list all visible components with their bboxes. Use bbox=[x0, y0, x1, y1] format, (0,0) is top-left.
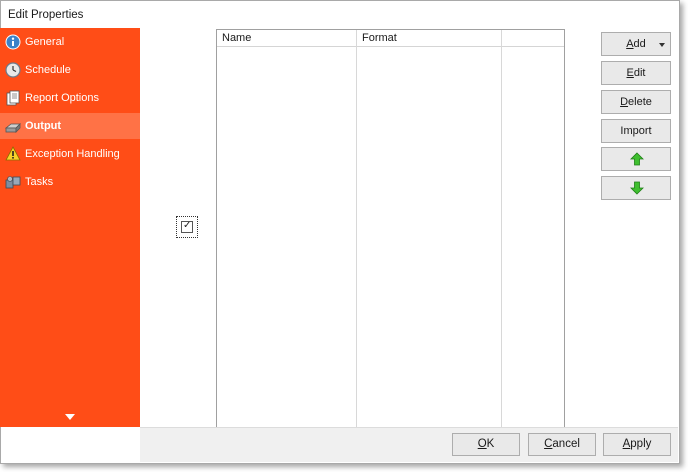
sidebar-item-label: Output bbox=[25, 120, 62, 132]
column-header-name[interactable]: Name bbox=[217, 30, 356, 46]
import-button[interactable]: Import bbox=[601, 119, 671, 143]
column-header-format[interactable]: Format bbox=[357, 30, 501, 46]
add-button[interactable]: Add bbox=[601, 32, 671, 56]
column-divider bbox=[356, 30, 357, 427]
checkmark-icon: ✓ bbox=[183, 220, 192, 231]
title-bar: Edit Properties bbox=[1, 1, 679, 29]
sidebar-item-exception-handling[interactable]: Exception Handling bbox=[0, 141, 140, 167]
apply-button[interactable]: Apply bbox=[603, 433, 671, 456]
move-up-button[interactable] bbox=[601, 147, 671, 171]
arrow-up-icon bbox=[630, 152, 644, 166]
sidebar-item-tasks[interactable]: Tasks bbox=[0, 169, 140, 195]
dropdown-caret-icon[interactable] bbox=[659, 43, 665, 47]
sidebar-item-label: General bbox=[25, 36, 65, 48]
info-icon bbox=[5, 34, 21, 50]
column-header-extra[interactable] bbox=[502, 30, 564, 46]
sidebar-item-output[interactable]: Output bbox=[0, 113, 140, 139]
dialog-footer bbox=[140, 427, 678, 462]
destinations-list[interactable]: Name Format bbox=[216, 29, 565, 428]
arrow-down-icon bbox=[630, 181, 644, 195]
sidebar-item-report-options[interactable]: Report Options bbox=[0, 85, 140, 111]
delete-button-label: Delete bbox=[620, 96, 652, 108]
sidebar-item-schedule[interactable]: Schedule bbox=[0, 57, 140, 83]
sidebar: General Schedule Report Options Output E… bbox=[0, 28, 140, 427]
column-divider bbox=[501, 30, 502, 427]
move-down-button[interactable] bbox=[601, 176, 671, 200]
printer-icon bbox=[4, 118, 21, 134]
sidebar-item-general[interactable]: General bbox=[0, 29, 140, 55]
sidebar-item-label: Schedule bbox=[25, 64, 71, 76]
cancel-button[interactable]: Cancel bbox=[528, 433, 596, 456]
sidebar-item-label: Report Options bbox=[25, 92, 99, 104]
document-icon bbox=[5, 90, 21, 106]
output-checkbox[interactable]: ✓ bbox=[176, 216, 198, 238]
sidebar-item-label: Exception Handling bbox=[25, 148, 120, 160]
sidebar-item-label: Tasks bbox=[25, 176, 54, 188]
ok-button[interactable]: OK bbox=[452, 433, 520, 456]
window-title: Edit Properties bbox=[8, 9, 84, 21]
edit-button-label: Edit bbox=[626, 67, 646, 79]
delete-button[interactable]: Delete bbox=[601, 90, 671, 114]
tasks-icon bbox=[5, 174, 21, 190]
import-button-label: Import bbox=[620, 125, 652, 137]
list-header: Name Format bbox=[217, 30, 564, 47]
clock-icon bbox=[5, 62, 21, 78]
add-button-label: Add bbox=[626, 38, 646, 50]
warning-icon bbox=[5, 146, 21, 162]
scroll-down-icon[interactable] bbox=[64, 412, 76, 420]
edit-button[interactable]: Edit bbox=[601, 61, 671, 85]
checkbox-box: ✓ bbox=[181, 220, 193, 233]
